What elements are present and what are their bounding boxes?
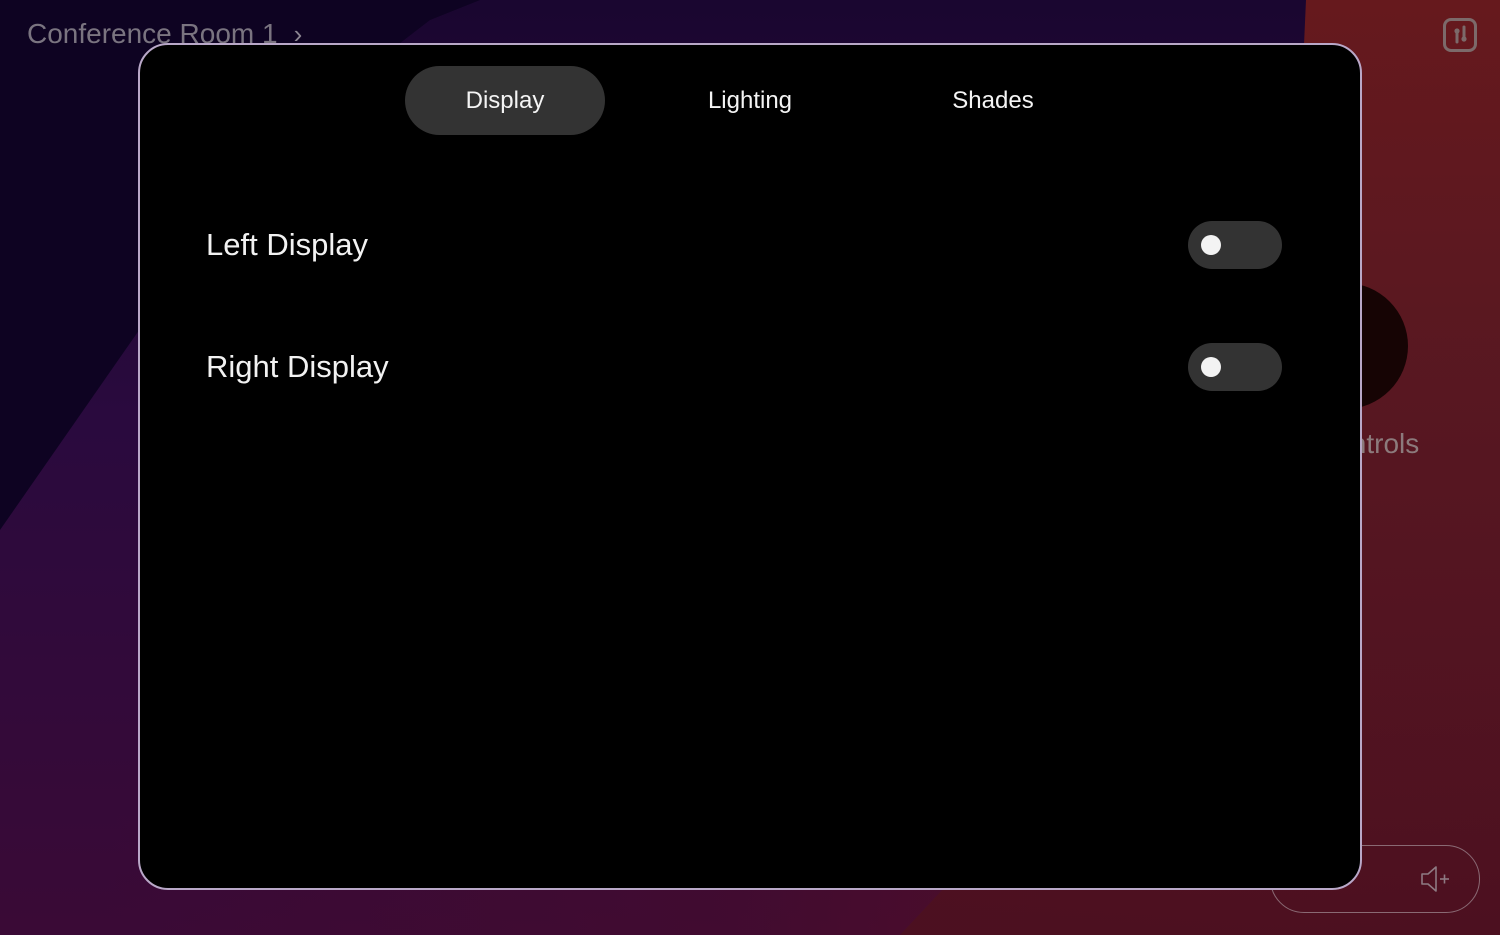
tab-bar: Display Lighting Shades (140, 66, 1360, 136)
settings-button[interactable] (1443, 18, 1477, 52)
right-display-row: Right Display (206, 343, 1282, 391)
left-display-toggle[interactable] (1188, 221, 1282, 269)
right-display-toggle[interactable] (1188, 343, 1282, 391)
tab-display[interactable]: Display (405, 66, 605, 135)
tab-shades[interactable]: Shades (893, 66, 1093, 135)
left-display-label: Left Display (206, 227, 368, 262)
toggle-knob (1201, 235, 1221, 255)
right-display-label: Right Display (206, 349, 389, 384)
sliders-icon (1454, 25, 1467, 44)
toggle-knob (1201, 357, 1221, 377)
left-display-row: Left Display (206, 221, 1282, 269)
tab-lighting[interactable]: Lighting (650, 66, 850, 135)
volume-up-icon (1421, 866, 1449, 892)
room-controls-modal: Display Lighting Shades Left Display Rig… (138, 43, 1362, 890)
